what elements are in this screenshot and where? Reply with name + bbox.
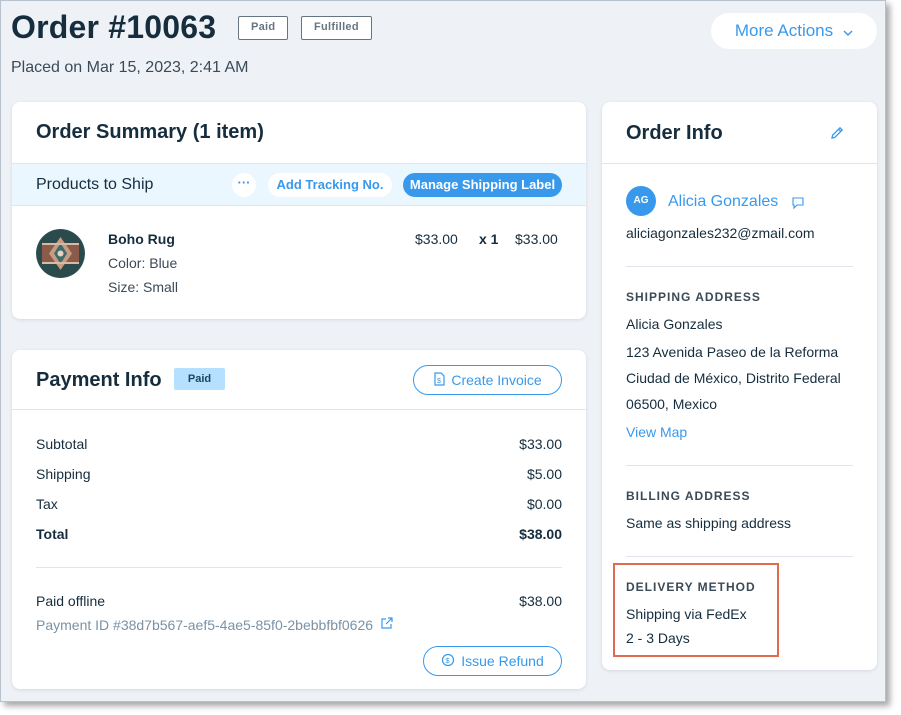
payment-header-divider — [12, 409, 586, 410]
message-icon[interactable] — [791, 196, 805, 215]
payment-status-badge: Paid — [174, 368, 225, 390]
product-color: Color: Blue — [108, 255, 178, 271]
product-name: Boho Rug — [108, 231, 175, 247]
issue-refund-button[interactable]: $ Issue Refund — [423, 646, 562, 676]
svg-text:$: $ — [437, 378, 441, 385]
billing-address-heading: BILLING ADDRESS — [626, 489, 751, 503]
customer-name-link[interactable]: Alicia Gonzales — [668, 193, 778, 211]
subtotal-label: Subtotal — [36, 436, 88, 452]
paid-offline-amount: $38.00 — [519, 593, 562, 609]
shipping-label: Shipping — [36, 466, 91, 482]
customer-email: aliciagonzales232@zmail.com — [626, 225, 815, 241]
total-label: Total — [36, 526, 69, 542]
shipping-address-line: 123 Avenida Paseo de la Reforma — [626, 344, 839, 360]
edit-icon[interactable] — [829, 125, 845, 146]
more-actions-label: More Actions — [734, 21, 834, 40]
order-summary-card: Order Summary (1 item) Products to Ship … — [12, 102, 586, 319]
billing-divider — [626, 556, 853, 557]
tax-value: $0.00 — [526, 496, 562, 512]
shipping-value: $5.00 — [526, 466, 562, 482]
order-summary-title: Order Summary (1 item) — [36, 121, 264, 143]
billing-address-text: Same as shipping address — [626, 515, 791, 531]
more-options-button[interactable]: ··· — [232, 173, 256, 197]
external-link-icon[interactable] — [380, 617, 393, 633]
chevron-down-icon — [843, 21, 853, 41]
order-info-header-divider — [602, 163, 877, 164]
product-price: $33.00 — [415, 231, 458, 247]
payment-id: Payment ID #38d7b567-aef5-4ae5-85f0-2beb… — [36, 617, 393, 633]
product-size: Size: Small — [108, 279, 179, 295]
tax-label: Tax — [36, 496, 58, 512]
product-thumbnail[interactable] — [36, 229, 85, 278]
placed-date: Placed on Mar 15, 2023, 2:41 AM — [11, 59, 249, 76]
create-invoice-button[interactable]: $ Create Invoice — [413, 365, 562, 395]
svg-text:$: $ — [446, 656, 451, 665]
order-page: Order #10063 Paid Fulfilled Placed on Ma… — [0, 0, 886, 702]
total-value: $38.00 — [519, 526, 562, 542]
shipping-address-heading: SHIPPING ADDRESS — [626, 290, 761, 304]
payment-rows-divider — [36, 567, 562, 568]
manage-shipping-label-button[interactable]: Manage Shipping Label — [403, 173, 562, 197]
subtotal-value: $33.00 — [519, 436, 562, 452]
shipping-address-line: Ciudad de México, Distrito Federal — [626, 370, 841, 386]
fulfilled-status-tag: Fulfilled — [301, 16, 372, 40]
delivery-method-highlight — [613, 563, 779, 657]
customer-divider — [626, 266, 853, 267]
shipping-address-line: 06500, Mexico — [626, 396, 718, 412]
products-to-ship-label: Products to Ship — [36, 176, 154, 193]
shipping-address-line: Alicia Gonzales — [626, 316, 723, 332]
invoice-icon: $ — [433, 371, 445, 389]
payment-info-card: Payment Info Paid $ Create Invoice Subto… — [12, 350, 586, 689]
shipping-divider — [626, 465, 853, 466]
page-title: Order #10063 — [11, 9, 217, 45]
add-tracking-button[interactable]: Add Tracking No. — [268, 173, 392, 197]
payment-id-text: Payment ID #38d7b567-aef5-4ae5-85f0-2beb… — [36, 617, 374, 633]
more-actions-button[interactable]: More Actions — [711, 13, 877, 49]
avatar: AG — [626, 186, 656, 216]
issue-refund-label: Issue Refund — [461, 653, 544, 669]
products-to-ship-bar: Products to Ship ··· Add Tracking No. Ma… — [12, 163, 586, 206]
paid-status-tag: Paid — [238, 16, 289, 40]
payment-info-title: Payment Info — [36, 369, 162, 391]
product-total: $33.00 — [515, 231, 558, 247]
view-map-link[interactable]: View Map — [626, 424, 687, 440]
paid-offline-label: Paid offline — [36, 593, 106, 609]
order-info-title: Order Info — [626, 122, 723, 144]
refund-icon: $ — [441, 653, 455, 670]
product-quantity: x 1 — [479, 231, 499, 247]
create-invoice-label: Create Invoice — [451, 372, 542, 388]
